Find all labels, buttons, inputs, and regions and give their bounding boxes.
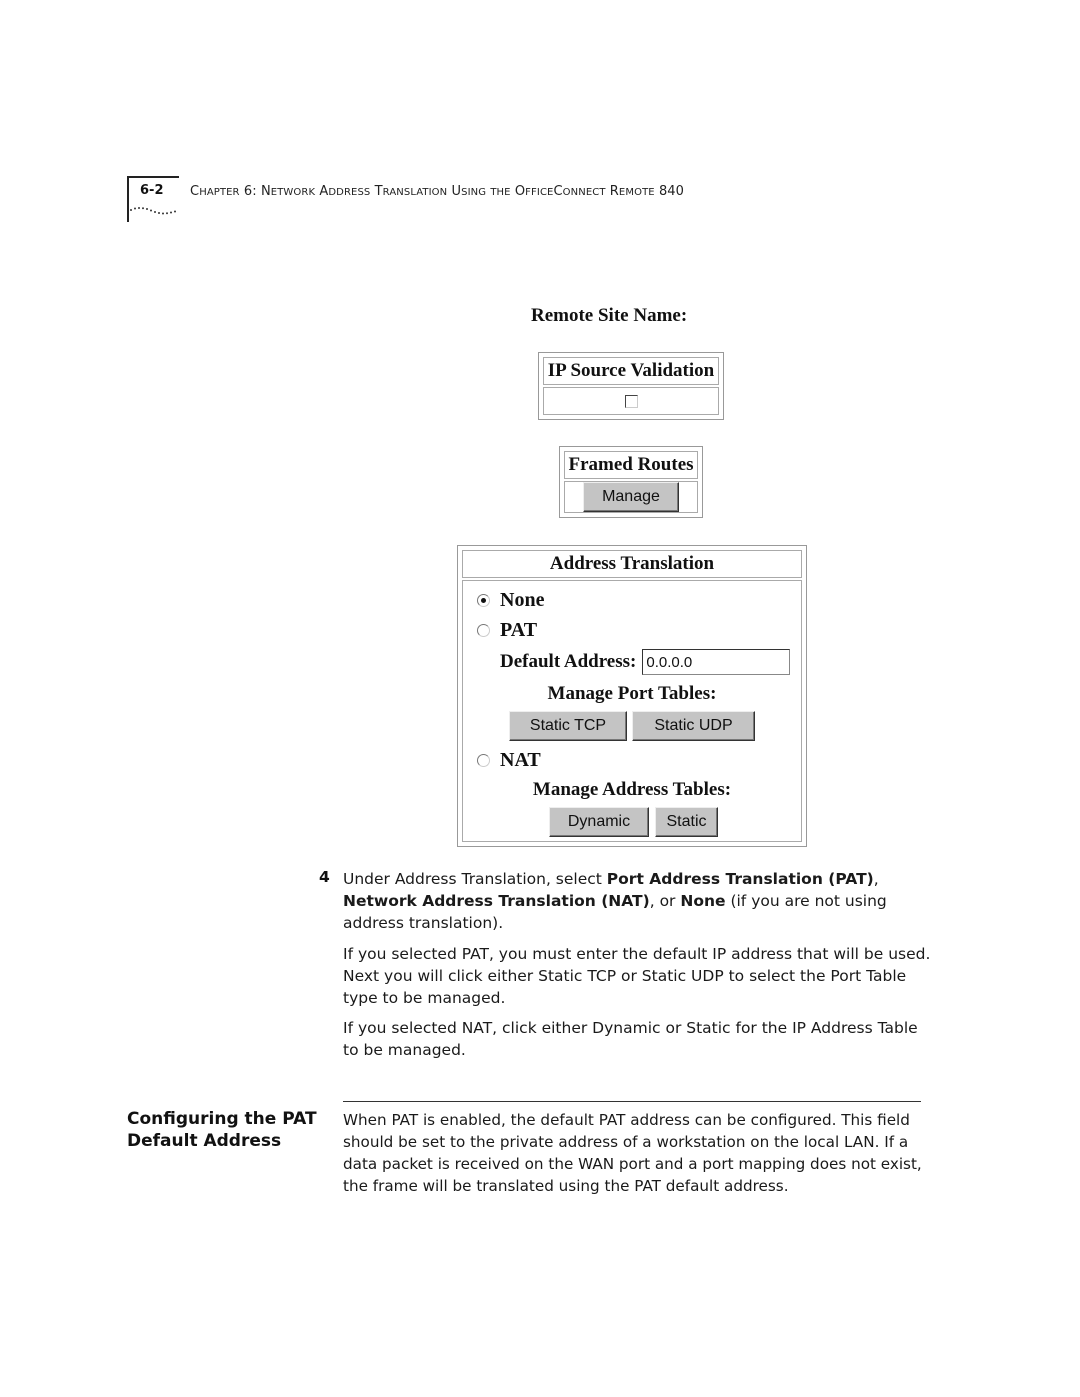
option-pat-row[interactable]: PAT xyxy=(477,619,537,642)
running-head-word: TRANSLATION xyxy=(374,184,448,199)
running-head-word: 840 xyxy=(658,184,685,199)
framed-routes-table: Framed Routes Manage xyxy=(559,446,703,518)
nat-instructions-paragraph: If you selected NAT, click either Dynami… xyxy=(343,1019,918,1059)
section-heading-line-2: Default Address xyxy=(127,1131,282,1151)
address-translation-table: Address Translation None PAT Default Add… xyxy=(457,545,807,847)
pat-instructions-paragraph: If you selected PAT, you must enter the … xyxy=(343,945,931,1007)
option-nat-row[interactable]: NAT xyxy=(477,749,541,772)
running-head-word: ADDRESS xyxy=(319,184,371,199)
bold-term: Network Address Translation (NAT) xyxy=(343,892,650,910)
static-button[interactable]: Static xyxy=(655,807,718,837)
step-number: 4 xyxy=(319,868,330,886)
address-translation-header: Address Translation xyxy=(462,550,802,578)
running-head-word: THE xyxy=(490,187,511,198)
running-head: CHAPTER 6: NETWORK ADDRESS TRANSLATION U… xyxy=(190,184,684,199)
static-udp-button[interactable]: Static UDP xyxy=(632,711,755,741)
radio-pat[interactable] xyxy=(477,624,490,637)
running-head-word: OFFICECONNECT xyxy=(514,184,606,199)
default-address-input[interactable] xyxy=(642,649,791,675)
section-heading: Configuring the PAT Default Address xyxy=(127,1108,317,1152)
running-head-word: CHAPTER xyxy=(190,184,240,199)
option-none-label: None xyxy=(500,589,545,611)
manage-framed-routes-button[interactable]: Manage xyxy=(583,482,679,512)
framed-routes-header: Framed Routes xyxy=(564,451,698,479)
section-divider xyxy=(343,1101,921,1102)
ip-source-validation-table: IP Source Validation xyxy=(538,352,724,420)
framed-routes-cell: Manage xyxy=(564,481,698,513)
bold-term: Port Address Translation (PAT) xyxy=(606,870,874,888)
static-tcp-button[interactable]: Static TCP xyxy=(509,711,627,741)
running-head-word: USING xyxy=(451,184,487,199)
ip-source-validation-checkbox[interactable] xyxy=(624,394,638,408)
bold-term: None xyxy=(680,892,726,910)
page-number: 6-2 xyxy=(140,183,164,198)
running-head-word: REMOTE xyxy=(609,184,655,199)
radio-none[interactable] xyxy=(477,594,490,607)
manage-port-tables-label: Manage Port Tables: xyxy=(547,683,717,704)
step-text-run: Under Address Translation, select xyxy=(343,870,607,888)
address-translation-body: None PAT Default Address: Manage Port Ta… xyxy=(462,580,802,842)
port-table-buttons: Static TCP Static UDP xyxy=(509,711,755,741)
dotted-wave-ornament xyxy=(130,207,176,215)
step-text-run: , xyxy=(873,870,879,888)
step-text-run: , or xyxy=(649,892,681,910)
section-paragraph: When PAT is enabled, the default PAT add… xyxy=(343,1111,922,1195)
default-address-row: Default Address: xyxy=(500,649,791,675)
dynamic-button[interactable]: Dynamic xyxy=(549,807,649,837)
option-none-row[interactable]: None xyxy=(477,589,544,612)
radio-selected-dot xyxy=(481,598,486,603)
running-head-word: NETWORK xyxy=(260,184,316,199)
running-head-word: 6: xyxy=(243,184,257,199)
step-4-text: Under Address Translation, select Port A… xyxy=(343,868,933,934)
option-nat-label: NAT xyxy=(500,749,541,771)
section-heading-line-1: Configuring the PAT xyxy=(127,1109,317,1129)
manage-address-tables-label: Manage Address Tables: xyxy=(532,779,732,800)
ip-source-validation-cell xyxy=(543,387,719,415)
radio-nat[interactable] xyxy=(477,754,490,767)
default-address-label: Default Address: xyxy=(500,651,637,672)
ip-source-validation-header: IP Source Validation xyxy=(543,357,719,385)
address-table-buttons: Dynamic Static xyxy=(549,807,718,837)
option-pat-label: PAT xyxy=(500,619,538,641)
remote-site-name-label: Remote Site Name: xyxy=(531,305,688,326)
